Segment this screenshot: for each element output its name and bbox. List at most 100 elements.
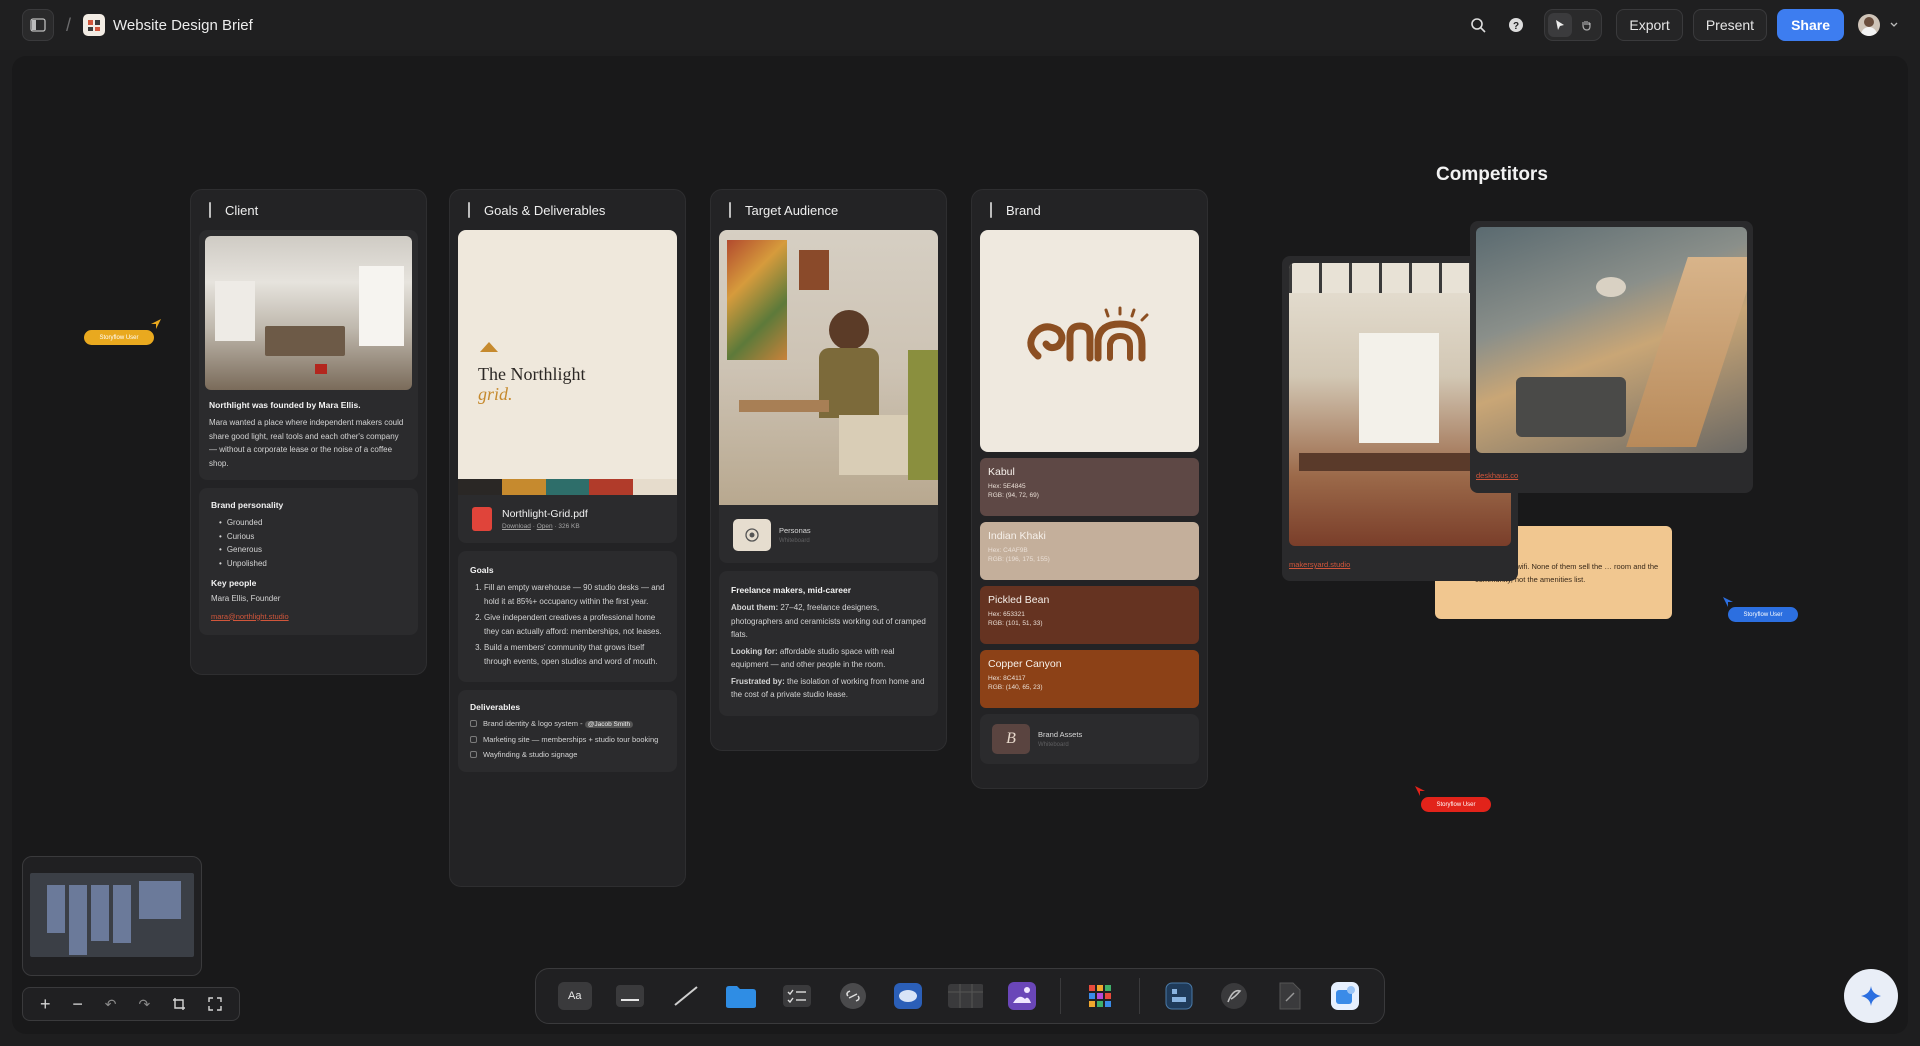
cursor-arrow-icon [1723,597,1733,607]
client-studio-photo [205,236,412,390]
undo-icon[interactable]: ↶ [105,996,117,1013]
folder-tool-icon[interactable] [725,982,759,1010]
looking-label: Looking for: [731,646,778,656]
swatch-name: Copper Canyon [988,658,1062,670]
pdf-cover-preview: The Northlight grid. [458,230,677,495]
export-button[interactable]: Export [1616,9,1683,41]
collaborator-cursor-label: Storyflow User [1728,607,1798,622]
key-people-title: Key people [211,578,257,588]
pdf-open-link[interactable]: Open [537,523,553,530]
checklist-tool-icon[interactable] [780,982,814,1010]
user-avatar[interactable] [1858,14,1880,36]
deliverable-item[interactable]: Wayfinding & studio signage [470,749,665,761]
share-button[interactable]: Share [1777,9,1844,41]
search-icon[interactable] [1464,11,1492,39]
column-goals[interactable]: Goals & Deliverables The Northlight grid… [449,189,686,887]
color-swatch[interactable]: Copper Canyon Hex: 8C4117 RGB: (140, 65, 2… [980,650,1199,708]
mention-tag[interactable]: @Jacob Smith [584,721,634,728]
zoom-controls: + − ↶ ↷ [22,987,240,1021]
brand-personality-title: Brand personality [211,500,284,510]
competitor-link[interactable]: deskhaus.co [1476,471,1747,480]
about-label: About them: [731,603,779,612]
personality-item: Generous [219,543,406,557]
personality-item: Grounded [219,516,406,530]
competitor-link[interactable]: makersyard.studio [1289,560,1511,569]
target-icon [733,519,771,551]
sticky-note-tool-icon[interactable] [614,982,648,1010]
column-heading: Target Audience [719,190,938,230]
brand-assets-label: Brand Assets [1038,730,1083,739]
redo-icon[interactable]: ↷ [138,996,150,1013]
deliverable-item[interactable]: Brand identity & logo system - @Jacob Sm… [470,718,665,731]
checkbox[interactable] [470,751,477,758]
arrow-tool-icon[interactable] [669,982,703,1010]
checkbox[interactable] [470,720,477,727]
personality-item: Curious [219,530,406,544]
brand-assets-link[interactable]: B Brand Assets Whiteboard [980,714,1199,764]
shapes-tool-icon[interactable] [1328,982,1362,1010]
column-client[interactable]: Client Northlight was founded by Mara El… [190,189,427,675]
column-heading: Goals & Deliverables [458,190,677,230]
toolbar-divider [1138,978,1140,1014]
minimap[interactable] [22,856,202,976]
color-swatch[interactable]: Indian Khaki Hex: C4AF9B RGB: (196, 175, 1… [980,522,1199,580]
help-icon[interactable]: ? [1502,11,1530,39]
column-brand[interactable]: Brand Kabul Hex: 5E4845 RGB: (94, 72, 69) … [971,189,1208,789]
swatch-hex: Hex: 5E4845 [988,483,1026,490]
competitor-card-deskhaus[interactable]: deskhaus.co [1470,221,1753,493]
swatch-rgb: RGB: (140, 65, 23) [988,684,1043,691]
column-target-audience[interactable]: Target Audience Personas Whiteboard Free… [710,189,947,751]
document-title[interactable]: Website Design Brief [113,17,253,34]
breadcrumb-separator: / [66,14,72,35]
goal-item: Fill an empty warehouse — 90 studio desk… [484,581,665,608]
sparkle-icon [1861,986,1881,1006]
image-tool-icon[interactable] [1005,982,1039,1010]
insert-toolbar: Aa [535,968,1385,1024]
text-tool-button[interactable]: Aa [558,982,592,1010]
pen-tool-icon[interactable] [1217,982,1251,1010]
deliverables-title: Deliverables [470,702,521,712]
client-intro-body: Mara wanted a place where independent ma… [209,418,404,468]
competitor-photo [1476,227,1747,453]
link-tool-icon[interactable] [836,982,870,1010]
client-intro-title: Northlight was founded by Mara Ellis. [209,400,361,410]
deliverable-item[interactable]: Marketing site — memberships + studio to… [470,734,665,746]
color-swatch[interactable]: Pickled Bean Hex: 653321 RGB: (101, 51, 33… [980,586,1199,644]
chevron-down-icon[interactable] [1890,22,1898,28]
swatch-rgb: RGB: (196, 175, 155) [988,556,1050,563]
brand-logo [980,230,1199,452]
pdf-attachment[interactable]: Northlight-Grid.pdf Download · Open · 32… [458,495,677,535]
present-button[interactable]: Present [1692,9,1768,41]
swatch-hex: Hex: 8C4117 [988,675,1026,682]
comment-tool-icon[interactable] [891,982,925,1010]
personas-sub: Whiteboard [779,538,810,544]
ai-assistant-button[interactable] [1844,969,1898,1023]
color-swatch[interactable]: Kabul Hex: 5E4845 RGB: (94, 72, 69) [980,458,1199,516]
table-tool-icon[interactable] [947,982,983,1010]
crop-fit-icon[interactable] [172,997,186,1011]
select-pointer-icon[interactable] [1548,13,1573,37]
frame-tool-icon[interactable] [1162,982,1196,1010]
zoom-in-icon[interactable]: + [40,994,51,1015]
competitors-title: Competitors [1436,164,1548,185]
personality-item: Unpolished [219,557,406,571]
fullscreen-icon[interactable] [208,997,222,1011]
pdf-cover-title: The Northlight [478,364,586,384]
swatch-name: Indian Khaki [988,530,1046,542]
pdf-download-link[interactable]: Download [502,523,531,530]
brand-assets-sub: Whiteboard [1038,742,1069,748]
checkbox[interactable] [470,736,477,743]
key-person: Mara Ellis, Founder [211,594,281,603]
swatch-hex: Hex: C4AF9B [988,547,1028,554]
client-email-link[interactable]: mara@northlight.studio [211,612,406,621]
apps-grid-icon[interactable] [1083,982,1117,1010]
zoom-out-icon[interactable]: − [72,994,83,1015]
column-heading: Brand [980,190,1199,230]
personas-link[interactable]: Personas Whiteboard [719,505,938,555]
hand-pan-icon[interactable] [1574,13,1598,37]
board-icon [83,14,106,36]
sidebar-toggle-button[interactable] [22,9,54,41]
document-tool-icon[interactable] [1273,982,1307,1010]
svg-text:?: ? [1513,21,1519,32]
sidebar-icon [30,18,46,32]
